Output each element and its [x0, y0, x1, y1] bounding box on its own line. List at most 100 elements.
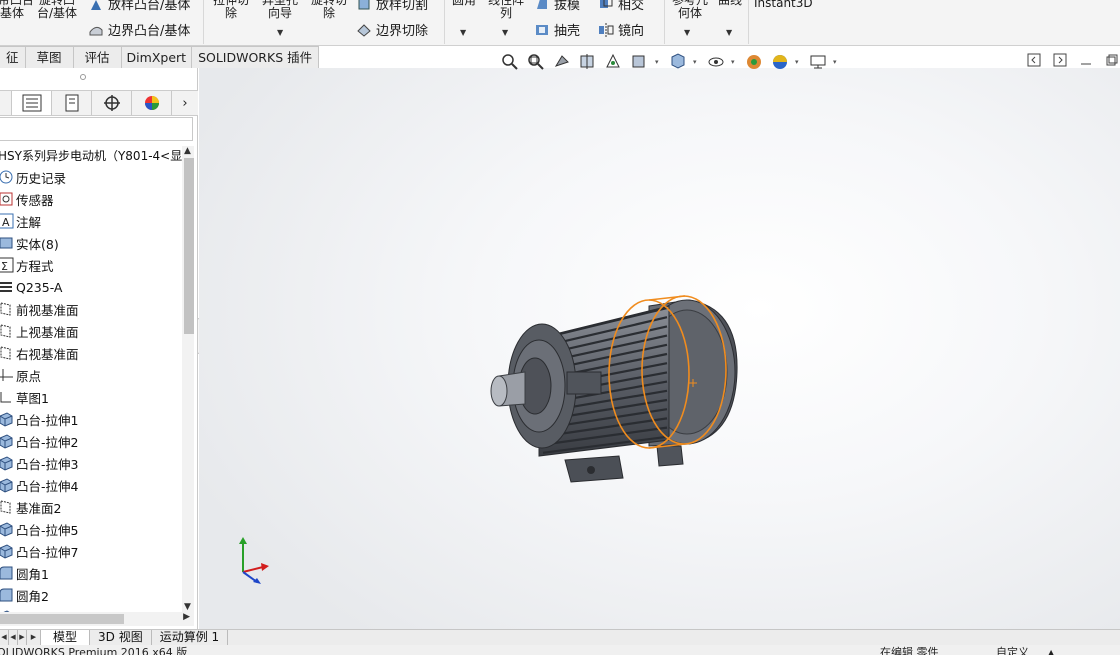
- reference-geometry-dropdown-icon[interactable]: ▼: [684, 28, 690, 37]
- next-tab-arrow-icon[interactable]: ▶: [18, 630, 27, 645]
- curves-dropdown-icon[interactable]: ▼: [726, 28, 732, 37]
- tree-item[interactable]: 凸台-拉伸1: [0, 408, 182, 430]
- collapse-panel-icon[interactable]: [1026, 52, 1042, 68]
- tree-item[interactable]: 草图1: [0, 386, 182, 408]
- linear-pattern-button[interactable]: 线性阵 列: [484, 0, 528, 20]
- boundary-cut-button[interactable]: 边界切除: [356, 20, 428, 39]
- loft-cut-button[interactable]: 放样切割: [356, 0, 428, 13]
- svg-text:Σ: Σ: [1, 260, 8, 273]
- tab-property-manager[interactable]: [52, 91, 92, 115]
- tab-sketch[interactable]: 草图: [25, 46, 74, 68]
- scrollbar-thumb[interactable]: [184, 158, 194, 334]
- hole-wizard-label: 异型孔 向导: [261, 0, 298, 20]
- scroll-down-icon[interactable]: ▼: [184, 602, 191, 612]
- graphics-area[interactable]: ▾ ▾ ▾ ▾ ▾: [199, 53, 1120, 629]
- fillet-button[interactable]: 圆角: [448, 0, 480, 7]
- tab-configuration-manager[interactable]: [92, 91, 132, 115]
- boundary-boss-button[interactable]: 边界凸台/基体: [88, 20, 190, 39]
- tree-item[interactable]: 上视基准面: [0, 320, 182, 342]
- units-dropdown-icon[interactable]: ▲: [1048, 647, 1054, 655]
- panel-tabs-more-button[interactable]: ›: [172, 91, 198, 115]
- tree-item[interactable]: 实体(8): [0, 232, 182, 254]
- tab-model[interactable]: 模型: [41, 630, 91, 645]
- equation-icon: Σ: [0, 256, 15, 274]
- tree-item-label: 草图1: [16, 390, 49, 406]
- tab-dimxpert[interactable]: DimXpert: [121, 46, 193, 68]
- tree-item[interactable]: 凸台-拉伸5: [0, 518, 182, 540]
- pattern-dropdown-icon[interactable]: ▼: [502, 28, 508, 37]
- first-tab-arrow-icon[interactable]: ◀: [0, 630, 9, 645]
- terminal-box: [566, 371, 602, 395]
- extrude-cut-button[interactable]: 拉伸切 除: [208, 0, 254, 20]
- scroll-right-icon[interactable]: ▶: [183, 612, 190, 622]
- tab-evaluate[interactable]: 评估: [73, 46, 122, 68]
- scroll-up-icon[interactable]: ▲: [184, 146, 191, 156]
- boundary-cut-icon: [357, 23, 371, 37]
- tree-item[interactable]: A 注解: [0, 210, 182, 232]
- mirror-icon: [599, 22, 614, 37]
- feature-filter-input[interactable]: [0, 117, 193, 141]
- extrude-boss-button[interactable]: 帝凸台 基体: [0, 0, 34, 20]
- instant3d-button[interactable]: Instant3D: [754, 0, 813, 10]
- tree-root-part[interactable]: HSY系列异步电动机（Y801-4<显示状态-1>）: [0, 146, 182, 166]
- tab-display-manager[interactable]: [132, 91, 172, 115]
- tree-item[interactable]: 历史记录: [0, 166, 182, 188]
- chevron-down-icon[interactable]: ▾: [655, 58, 663, 66]
- plane-icon: [0, 300, 15, 318]
- expand-panel-icon[interactable]: [1052, 52, 1068, 68]
- tree-item[interactable]: 圆角1: [0, 562, 182, 584]
- tree-item[interactable]: 前视基准面: [0, 298, 182, 320]
- chevron-down-icon[interactable]: ▾: [731, 58, 739, 66]
- panel-tab-partial[interactable]: [0, 91, 12, 115]
- loft-cut-label: 放样切割: [376, 0, 429, 13]
- last-tab-arrow-icon[interactable]: ▶: [27, 630, 41, 645]
- tree-item-label: 历史记录: [16, 170, 67, 186]
- tree-item[interactable]: 凸台-拉伸4: [0, 474, 182, 496]
- tab-motion-study[interactable]: 运动算例 1: [152, 630, 229, 645]
- minimize-icon[interactable]: [1078, 52, 1094, 68]
- motor-model-svg[interactable]: [199, 68, 1120, 629]
- linear-pattern-label: 线性阵 列: [487, 0, 524, 20]
- shell-label: 抽壳: [554, 24, 581, 39]
- tree-item[interactable]: 基准面2: [0, 496, 182, 518]
- revolve-cut-button[interactable]: 旋转切 除: [306, 0, 352, 20]
- loft-boss-button[interactable]: 放样凸台/基体: [88, 0, 190, 13]
- tree-vertical-scrollbar[interactable]: ▲ ▼: [182, 146, 194, 612]
- reference-geometry-button[interactable]: 参考几 何体: [668, 0, 712, 20]
- chevron-down-icon[interactable]: ▾: [833, 58, 841, 66]
- document-window-controls: [1026, 52, 1120, 68]
- chevron-down-icon[interactable]: ▾: [795, 58, 803, 66]
- tree-item[interactable]: 原点: [0, 364, 182, 386]
- tree-item[interactable]: 右视基准面: [0, 342, 182, 364]
- curves-button[interactable]: 曲线: [716, 0, 744, 7]
- draft-button[interactable]: 拔模: [534, 0, 580, 13]
- tree-item[interactable]: 传感器: [0, 188, 182, 210]
- tab-feature-manager[interactable]: [12, 91, 52, 115]
- mirror-button[interactable]: 镜向: [598, 20, 644, 39]
- chevron-down-icon[interactable]: ▾: [693, 58, 701, 66]
- tree-item[interactable]: 凸台-拉伸7: [0, 540, 182, 562]
- tab-features[interactable]: 征: [0, 46, 26, 68]
- tab-3d-views[interactable]: 3D 视图: [90, 630, 152, 645]
- shell-button[interactable]: 抽壳: [534, 20, 580, 39]
- scrollbar-thumb[interactable]: [0, 614, 124, 624]
- tree-item[interactable]: 圆角2: [0, 584, 182, 606]
- tab-addins[interactable]: SOLIDWORKS 插件: [192, 46, 320, 68]
- tree-item[interactable]: Q235-A: [0, 276, 182, 298]
- tree-item[interactable]: 凸台-拉伸3: [0, 452, 182, 474]
- intersect-button[interactable]: 相交: [598, 0, 644, 13]
- prev-tab-arrow-icon[interactable]: ◀: [9, 630, 18, 645]
- fillet-dropdown-icon[interactable]: ▼: [460, 28, 466, 37]
- tree-item-label: 凸台-拉伸4: [16, 478, 79, 494]
- tree-item[interactable]: Σ 方程式: [0, 254, 182, 276]
- hole-wizard-dropdown-icon[interactable]: ▼: [277, 28, 283, 37]
- restore-icon[interactable]: [1104, 52, 1120, 68]
- tree-item[interactable]: 凸台-拉伸2: [0, 430, 182, 452]
- tree-horizontal-scrollbar[interactable]: ▶: [0, 612, 194, 626]
- hole-wizard-button[interactable]: 异型孔 向导: [258, 0, 302, 20]
- tree-item-label: 圆角1: [16, 566, 49, 582]
- tree-item-label: 凸台-拉伸2: [16, 434, 79, 450]
- panel-grip-handle[interactable]: [80, 74, 86, 80]
- status-units[interactable]: 自定义: [996, 647, 1029, 655]
- revolve-boss-button[interactable]: 旋转凸 台/基体: [34, 0, 80, 20]
